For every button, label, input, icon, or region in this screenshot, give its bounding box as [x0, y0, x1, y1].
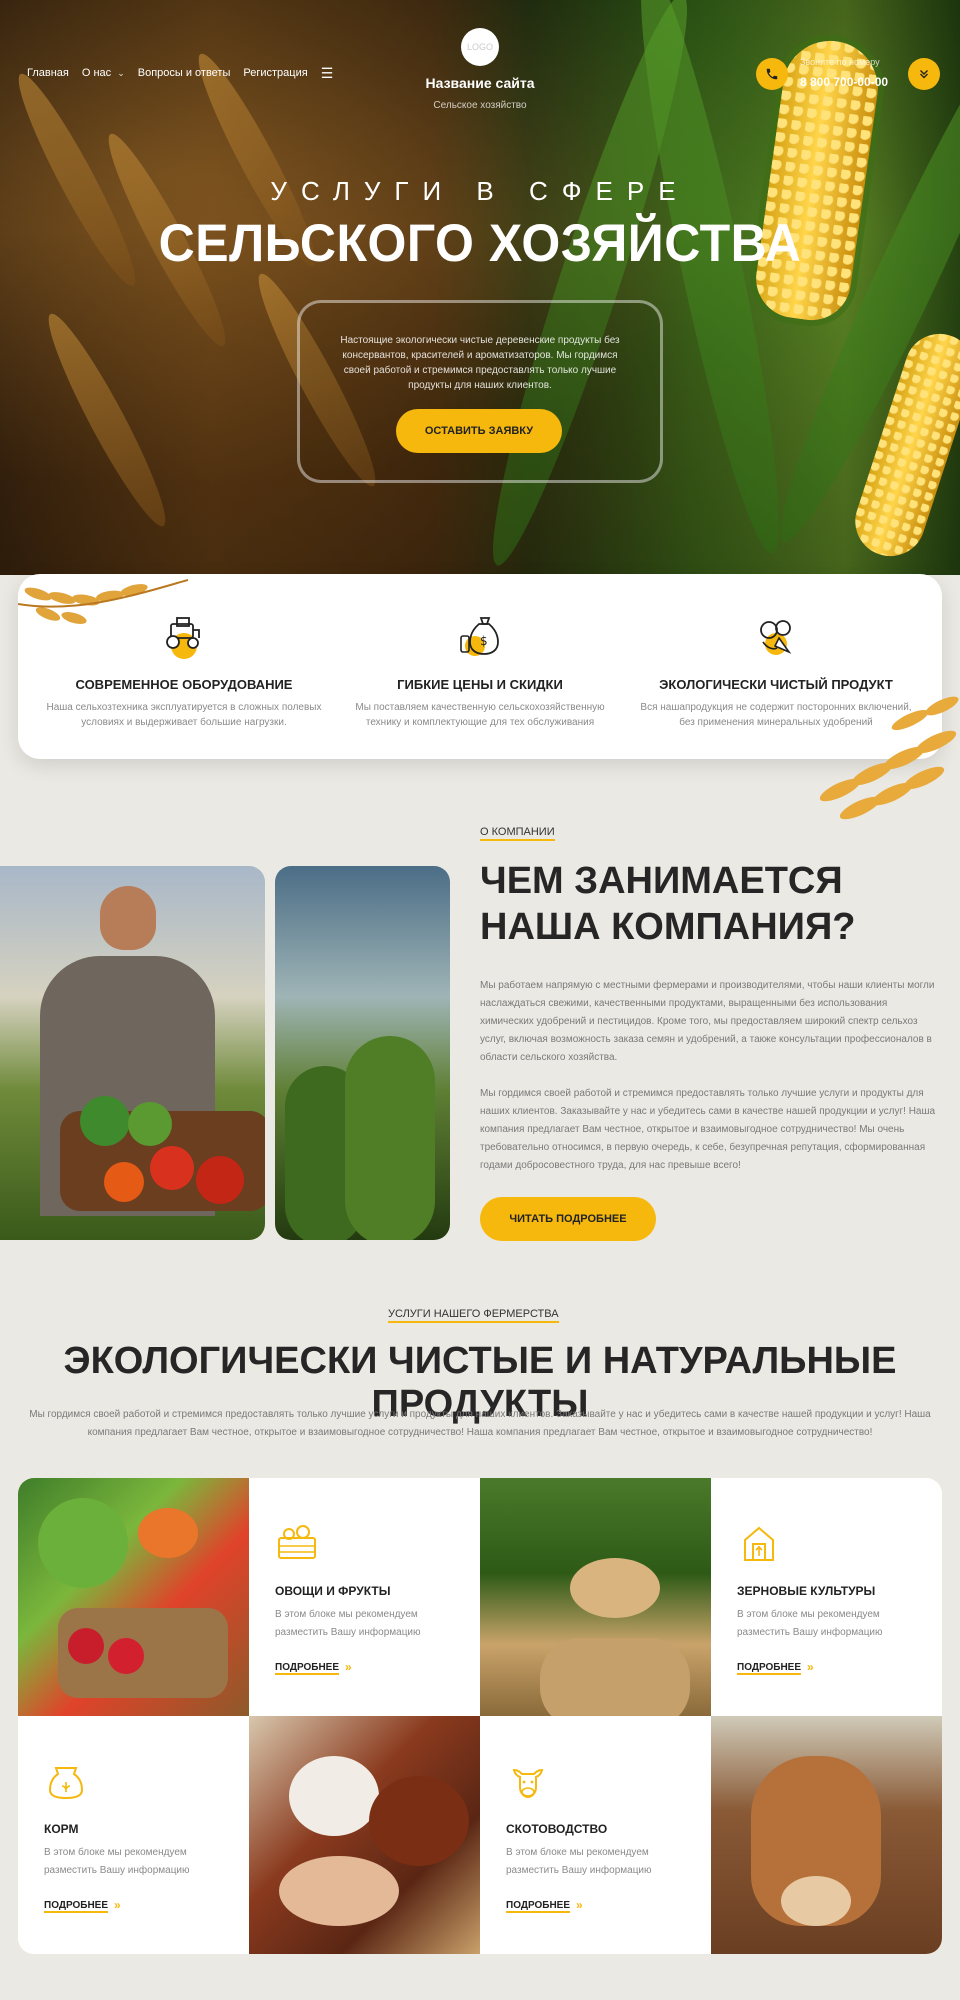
vegetables-icon: [760, 620, 792, 655]
hero-text: Настоящие экологически чистые деревенски…: [340, 335, 620, 391]
double-chevron-right-icon: »: [807, 1660, 814, 1674]
phone-number[interactable]: 8 800 700-00-00: [800, 75, 888, 89]
request-button[interactable]: ОСТАВИТЬ ЗАЯВКУ: [396, 409, 562, 453]
cows-photo: [711, 1716, 942, 1954]
services-grid: ОВОЩИ И ФРУКТЫ В этом блоке мы рекоменду…: [18, 1478, 942, 1954]
service-text: В этом блоке мы рекомендуем разместить В…: [737, 1609, 883, 1638]
hero-title: СЕЛЬСКОГО ХОЗЯЙСТВА: [158, 213, 802, 273]
service-title: СКОТОВОДСТВО: [506, 1822, 608, 1836]
farmer-photo: [0, 866, 265, 1240]
about-title: ЧЕМ ЗАНИМАЕТСЯ НАША КОМПАНИЯ?: [480, 860, 856, 948]
about-eyebrow: О КОМПАНИИ: [480, 826, 555, 841]
service-card-vegetables[interactable]: ОВОЩИ И ФРУКТЫ В этом блоке мы рекоменду…: [249, 1478, 480, 1716]
service-text: В этом блоке мы рекомендуем разместить В…: [275, 1609, 421, 1638]
chickens-photo: [249, 1716, 480, 1954]
feature-text: Мы поставляем качественную сельскохозяйс…: [355, 702, 605, 728]
hero-kicker: УСЛУГИ В СФЕРЕ: [270, 176, 690, 206]
grain-silo-icon: [744, 1526, 774, 1561]
grain-photo: [480, 1478, 711, 1716]
service-title: ОВОЩИ И ФРУКТЫ: [275, 1584, 391, 1598]
services-text: Мы гордимся своей работой и стремимся пр…: [29, 1409, 931, 1438]
nav-faq[interactable]: Вопросы и ответы: [138, 67, 231, 79]
nav-about[interactable]: О нас ⌄: [82, 67, 125, 79]
wheat-decor: [35, 306, 179, 534]
nav-home[interactable]: Главная: [27, 67, 69, 79]
double-chevron-right-icon: »: [114, 1898, 121, 1912]
feature-prices: $ ГИБКИЕ ЦЕНЫ И СКИДКИ Мы поставляем кач…: [340, 608, 620, 730]
vegetable-crate-icon: [278, 1525, 316, 1559]
site-subtitle: Сельское хозяйство: [433, 100, 527, 111]
wheat-ears-decor: [18, 579, 188, 624]
feature-text: Наша сельхозтехника эксплуатируется в сл…: [46, 702, 322, 728]
menu-icon[interactable]: ☰: [321, 66, 334, 80]
service-card-feed[interactable]: КОРМ В этом блоке мы рекомендуем размест…: [18, 1716, 249, 1954]
scroll-down-button[interactable]: [908, 58, 940, 90]
money-bag-icon: $: [460, 617, 499, 656]
hero-card: Настоящие экологически чистые деревенски…: [297, 300, 663, 483]
service-title: ЗЕРНОВЫЕ КУЛЬТУРЫ: [737, 1584, 876, 1598]
feature-title: СОВРЕМЕННОЕ ОБОРУДОВАНИЕ: [75, 677, 293, 692]
about-paragraph-1: Мы работаем напрямую с местными фермерам…: [480, 980, 935, 1063]
phone-caption: Звоните по номеру: [800, 57, 880, 67]
crops-photo: [275, 866, 450, 1240]
chevron-down-icon: ⌄: [117, 68, 125, 78]
phone-icon: [766, 68, 778, 80]
service-more-link[interactable]: ПОДРОБНЕЕ: [44, 1900, 109, 1913]
service-text: В этом блоке мы рекомендуем разместить В…: [506, 1847, 652, 1876]
service-more-link[interactable]: ПОДРОБНЕЕ: [275, 1662, 340, 1675]
service-more-link[interactable]: ПОДРОБНЕЕ: [737, 1662, 802, 1675]
nav-registration[interactable]: Регистрация: [243, 67, 307, 79]
feed-sack-icon: [48, 1767, 84, 1800]
double-chevron-down-icon: [920, 70, 928, 79]
service-card-grain[interactable]: ЗЕРНОВЫЕ КУЛЬТУРЫ В этом блоке мы рекоме…: [711, 1478, 942, 1716]
cow-icon: [512, 1768, 544, 1799]
phone-button[interactable]: [756, 58, 788, 90]
double-chevron-right-icon: »: [576, 1898, 583, 1912]
about-paragraph-2: Мы гордимся своей работой и стремимся пр…: [480, 1088, 936, 1171]
service-text: В этом блоке мы рекомендуем разместить В…: [44, 1847, 190, 1876]
read-more-button[interactable]: ЧИТАТЬ ПОДРОБНЕЕ: [480, 1197, 656, 1241]
service-title: КОРМ: [44, 1822, 79, 1836]
feature-title: ГИБКИЕ ЦЕНЫ И СКИДКИ: [397, 677, 563, 692]
vegetables-photo: [18, 1478, 249, 1716]
double-chevron-right-icon: »: [345, 1660, 352, 1674]
service-more-link[interactable]: ПОДРОБНЕЕ: [506, 1900, 571, 1913]
nav-about-label: О нас: [81, 67, 112, 79]
site-title: Название сайта: [425, 75, 535, 91]
services-eyebrow: УСЛУГИ НАШЕГО ФЕРМЕРСТВА: [388, 1308, 559, 1323]
svg-text:$: $: [480, 634, 488, 648]
wheat-ears-decor: [819, 696, 959, 820]
main-nav: Главная О нас ⌄ Вопросы и ответы Регистра…: [27, 66, 333, 80]
logo[interactable]: LOGO: [461, 28, 499, 66]
service-card-livestock[interactable]: СКОТОВОДСТВО В этом блоке мы рекомендуем…: [480, 1716, 711, 1954]
